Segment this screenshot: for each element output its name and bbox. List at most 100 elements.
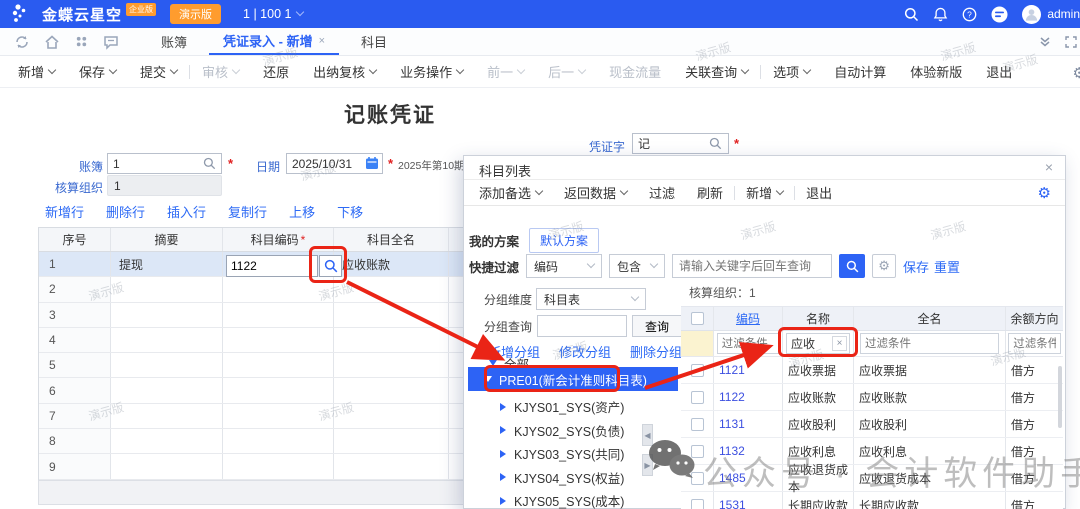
close-tab-icon[interactable]: × bbox=[319, 35, 325, 47]
row-checkbox[interactable] bbox=[691, 364, 704, 377]
tree-child-node[interactable]: KJYS02_SYS(负债) bbox=[500, 419, 680, 443]
row-checkbox[interactable] bbox=[691, 391, 704, 404]
row-checkbox[interactable] bbox=[691, 445, 704, 458]
lookup-icon[interactable] bbox=[709, 137, 722, 150]
group-search-button[interactable]: 查询 bbox=[632, 315, 682, 337]
add-candidates-button[interactable]: 添加备选 bbox=[468, 183, 553, 202]
dialog-scrollbar[interactable] bbox=[1058, 366, 1062, 428]
close-icon[interactable]: × bbox=[1045, 159, 1053, 175]
collapse-tabs-icon[interactable] bbox=[1038, 35, 1052, 49]
gear-icon[interactable]: ⚙ bbox=[1073, 64, 1080, 82]
direction-filter-input[interactable] bbox=[1008, 333, 1060, 354]
filter-button[interactable]: 过滤 bbox=[638, 183, 686, 202]
summary-cell[interactable] bbox=[111, 404, 223, 428]
account-row[interactable]: 1121 应收票据 应收票据 借方 bbox=[681, 357, 1063, 384]
filter-operator-select[interactable]: 包含 bbox=[609, 254, 665, 278]
row-checkbox[interactable] bbox=[691, 472, 704, 485]
refresh-button[interactable]: 刷新 bbox=[686, 183, 734, 202]
summary-cell[interactable] bbox=[111, 378, 223, 402]
org-switcher[interactable]: 1 | 100 1 bbox=[243, 7, 303, 21]
save-button[interactable]: 保存 bbox=[67, 62, 128, 81]
expand-window-icon[interactable] bbox=[1064, 35, 1078, 49]
account-code-cell[interactable] bbox=[223, 328, 334, 352]
fullname-filter-input[interactable] bbox=[860, 333, 999, 354]
tab-voucher-entry[interactable]: 凭证录入 - 新增× bbox=[209, 28, 339, 55]
name-filter-input[interactable]: 应收 × bbox=[786, 333, 850, 354]
row-action-link[interactable]: 新增行 bbox=[45, 202, 84, 221]
account-row[interactable]: 1122 应收账款 应收账款 借方 bbox=[681, 384, 1063, 411]
summary-cell[interactable] bbox=[111, 429, 223, 453]
code-cell[interactable]: 1121 bbox=[714, 357, 783, 383]
clear-filter-icon[interactable]: × bbox=[832, 336, 847, 351]
account-code-cell[interactable] bbox=[223, 277, 334, 301]
help-icon[interactable]: ? bbox=[962, 7, 977, 22]
tree-child-node[interactable]: KJYS01_SYS(资产) bbox=[500, 395, 680, 419]
sync-icon[interactable] bbox=[14, 34, 30, 50]
account-code-cell[interactable] bbox=[223, 353, 334, 377]
summary-cell[interactable] bbox=[111, 454, 223, 478]
tab-account-books[interactable]: 账簿 bbox=[147, 28, 201, 55]
search-icon[interactable] bbox=[904, 7, 919, 22]
default-plan-button[interactable]: 默认方案 bbox=[529, 228, 599, 253]
exit-dialog-button[interactable]: 退出 bbox=[795, 183, 843, 202]
gear-icon[interactable]: ⚙ bbox=[1038, 184, 1051, 202]
filter-settings-button[interactable]: ⚙ bbox=[872, 254, 896, 278]
collapse-left-icon[interactable]: ◀ bbox=[642, 424, 653, 446]
message-icon[interactable] bbox=[103, 34, 119, 50]
account-code-cell[interactable] bbox=[223, 454, 334, 478]
group-dimension-select[interactable]: 科目表 bbox=[536, 288, 646, 310]
account-code-input[interactable] bbox=[226, 255, 318, 277]
account-code-cell[interactable] bbox=[223, 404, 334, 428]
lookup-icon[interactable] bbox=[203, 157, 216, 170]
options-button[interactable]: 选项 bbox=[761, 62, 822, 81]
tree-child-node[interactable]: KJYS03_SYS(共同) bbox=[500, 442, 680, 466]
tab-accounts[interactable]: 科目 bbox=[347, 28, 401, 55]
tree-child-node[interactable]: KJYS05_SYS(成本) bbox=[500, 489, 680, 509]
group-search-input[interactable] bbox=[537, 315, 627, 337]
code-cell[interactable]: 1122 bbox=[714, 384, 783, 410]
tree-selected-node[interactable]: PRE01(新会计准则科目表) bbox=[468, 367, 678, 391]
collapse-right-icon[interactable]: ▶ bbox=[642, 454, 653, 476]
keyword-input[interactable] bbox=[672, 254, 832, 278]
code-cell[interactable]: 1131 bbox=[714, 411, 783, 437]
search-button[interactable] bbox=[839, 254, 865, 278]
try-new-version-button[interactable]: 体验新版 bbox=[898, 62, 974, 81]
related-query-button[interactable]: 关联查询 bbox=[673, 62, 760, 81]
code-cell[interactable]: 1531 bbox=[714, 492, 783, 509]
business-ops-button[interactable]: 业务操作 bbox=[388, 62, 475, 81]
account-code-cell[interactable] bbox=[223, 378, 334, 402]
row-checkbox[interactable] bbox=[691, 418, 704, 431]
summary-cell[interactable] bbox=[111, 328, 223, 352]
account-row[interactable]: 1132 应收利息 应收利息 借方 bbox=[681, 438, 1063, 465]
summary-cell[interactable]: 提现 bbox=[111, 252, 223, 276]
code-cell[interactable]: 1132 bbox=[714, 438, 783, 464]
home-icon[interactable] bbox=[44, 34, 60, 50]
tree-child-node[interactable]: KJYS04_SYS(权益) bbox=[500, 466, 680, 490]
save-filter-link[interactable]: 保存 bbox=[903, 257, 929, 276]
auto-calc-button[interactable]: 自动计算 bbox=[822, 62, 898, 81]
restore-button[interactable]: 还原 bbox=[251, 62, 301, 81]
previous-button[interactable]: 前一 bbox=[475, 62, 536, 81]
account-code-cell[interactable] bbox=[223, 429, 334, 453]
row-action-link[interactable]: 上移 bbox=[289, 202, 315, 221]
bell-icon[interactable] bbox=[933, 7, 948, 22]
new-button[interactable]: 新增 bbox=[6, 62, 67, 81]
service-icon[interactable] bbox=[991, 6, 1008, 23]
apps-grid-icon[interactable] bbox=[74, 34, 89, 49]
next-button[interactable]: 后一 bbox=[536, 62, 597, 81]
account-row[interactable]: 1485 应收退货成本 应收退货成本 借方 bbox=[681, 465, 1063, 492]
filter-field-select[interactable]: 编码 bbox=[526, 254, 602, 278]
summary-cell[interactable] bbox=[111, 277, 223, 301]
code-filter-input[interactable] bbox=[717, 333, 780, 354]
avatar[interactable] bbox=[1022, 5, 1041, 24]
row-action-link[interactable]: 删除行 bbox=[106, 202, 145, 221]
calendar-icon[interactable] bbox=[365, 156, 379, 170]
summary-cell[interactable] bbox=[111, 303, 223, 327]
account-row[interactable]: 1131 应收股利 应收股利 借方 bbox=[681, 411, 1063, 438]
account-row[interactable]: 1531 长期应收款 长期应收款 借方 bbox=[681, 492, 1063, 509]
exit-button[interactable]: 退出 bbox=[974, 62, 1024, 81]
summary-cell[interactable] bbox=[111, 353, 223, 377]
cashier-review-button[interactable]: 出纳复核 bbox=[301, 62, 388, 81]
account-code-cell[interactable] bbox=[223, 303, 334, 327]
audit-button[interactable]: 审核 bbox=[190, 62, 251, 81]
